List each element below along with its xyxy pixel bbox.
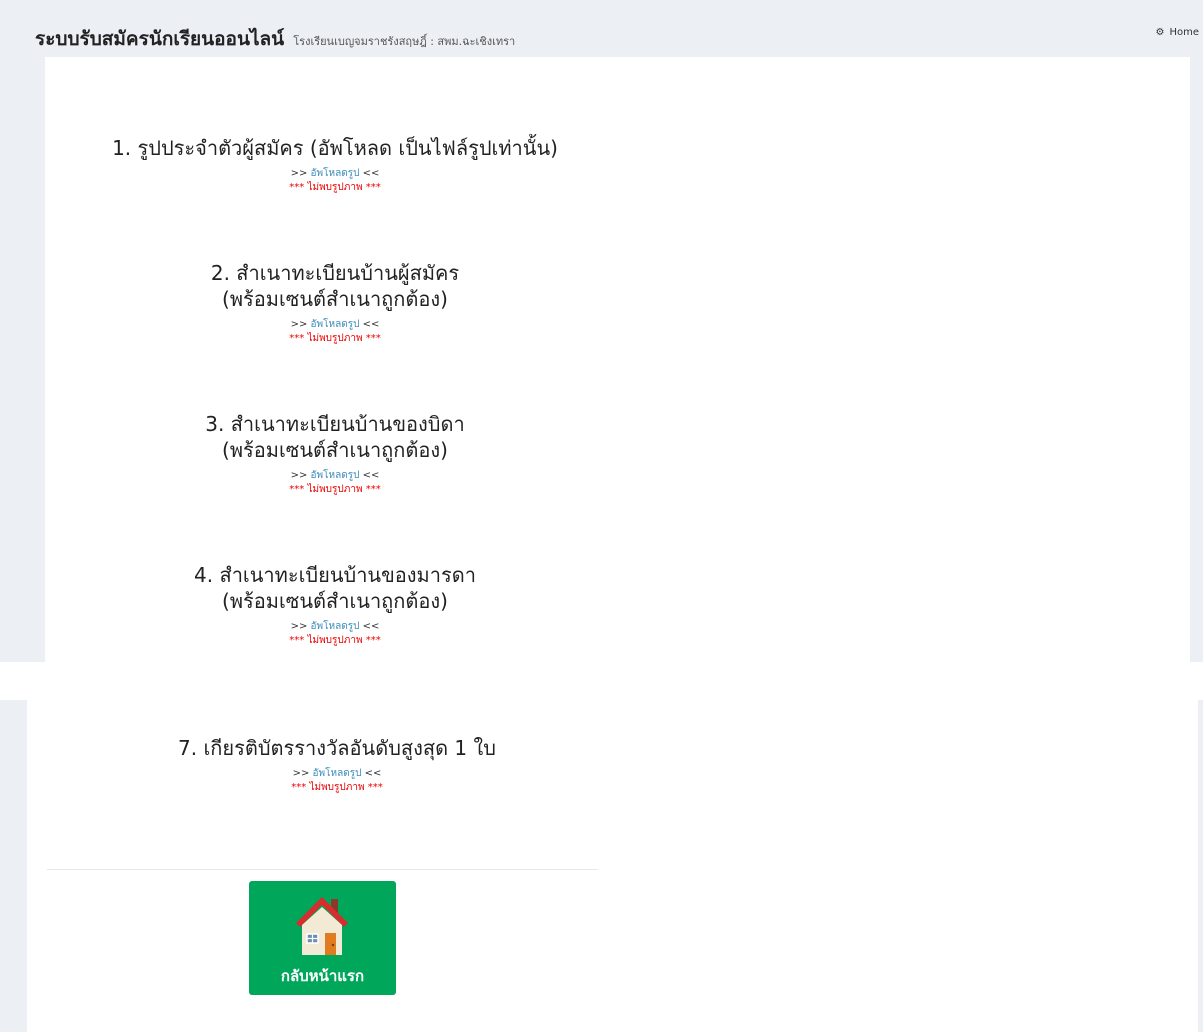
upload-link[interactable]: อัพโหลดรูป bbox=[311, 470, 360, 481]
image-not-found-status: *** ไม่พบรูปภาพ *** bbox=[289, 484, 381, 495]
image-not-found-status: *** ไม่พบรูปภาพ *** bbox=[289, 333, 381, 344]
upload-prefix: >> bbox=[290, 168, 308, 179]
document-father-registration: 3. สำเนาทะเบียนบ้านของบิดา (พร้อมเซนต์สำ… bbox=[55, 411, 615, 497]
upload-suffix: << bbox=[362, 621, 380, 632]
document-mother-registration: 4. สำเนาทะเบียนบ้านของมารดา (พร้อมเซนต์ส… bbox=[55, 562, 615, 648]
home-link[interactable]: ⚙ Home bbox=[1156, 27, 1200, 38]
upload-suffix: << bbox=[362, 168, 380, 179]
brand: ระบบรับสมัครนักเรียนออนไลน์ โรงเรียนเบญจ… bbox=[35, 24, 515, 54]
image-not-found-status: *** ไม่พบรูปภาพ *** bbox=[289, 182, 381, 193]
upload-link[interactable]: อัพโหลดรูป bbox=[311, 621, 360, 632]
upload-row: >> อัพโหลดรูป << bbox=[55, 318, 615, 332]
home-label: Home bbox=[1169, 27, 1199, 38]
title-line-1: 4. สำเนาทะเบียนบ้านของมารดา bbox=[194, 563, 476, 587]
title-line-1: 2. สำเนาทะเบียนบ้านผู้สมัคร bbox=[210, 261, 460, 285]
document-title: 2. สำเนาทะเบียนบ้านผู้สมัคร (พร้อมเซนต์ส… bbox=[55, 260, 615, 312]
page-edge-right bbox=[1198, 700, 1203, 1032]
back-button-label: กลับหน้าแรก bbox=[280, 967, 365, 985]
section-gap bbox=[0, 662, 1203, 700]
upload-link[interactable]: อัพโหลดรูป bbox=[311, 168, 360, 179]
divider bbox=[47, 869, 598, 870]
house-icon bbox=[296, 897, 348, 955]
title-line-2: (พร้อมเซนต์สำเนาถูกต้อง) bbox=[222, 438, 448, 462]
dashboard-icon: ⚙ bbox=[1155, 27, 1165, 38]
document-photo: 1. รูปประจำตัวผู้สมัคร (อัพโหลด เป็นไฟล์… bbox=[55, 135, 615, 195]
upload-prefix: >> bbox=[290, 470, 308, 481]
upload-row: >> อัพโหลดรูป << bbox=[55, 469, 615, 483]
upload-suffix: << bbox=[364, 768, 382, 779]
upload-prefix: >> bbox=[290, 319, 308, 330]
document-certificate: 7. เกียรติบัตรรางวัลอันดับสูงสุด 1 ใบ >>… bbox=[57, 735, 617, 795]
image-not-found-status: *** ไม่พบรูปภาพ *** bbox=[291, 782, 383, 793]
site-title: ระบบรับสมัครนักเรียนออนไลน์ bbox=[35, 28, 285, 50]
upload-prefix: >> bbox=[292, 768, 310, 779]
upload-suffix: << bbox=[362, 470, 380, 481]
upload-prefix: >> bbox=[290, 621, 308, 632]
upload-suffix: << bbox=[362, 319, 380, 330]
title-line-2: (พร้อมเซนต์สำเนาถูกต้อง) bbox=[222, 287, 448, 311]
title-line-1: 3. สำเนาทะเบียนบ้านของบิดา bbox=[205, 412, 465, 436]
document-house-registration: 2. สำเนาทะเบียนบ้านผู้สมัคร (พร้อมเซนต์ส… bbox=[55, 260, 615, 346]
upload-row: >> อัพโหลดรูป << bbox=[55, 620, 615, 634]
document-title: 3. สำเนาทะเบียนบ้านของบิดา (พร้อมเซนต์สำ… bbox=[55, 411, 615, 463]
upload-panel-bottom: 7. เกียรติบัตรรางวัลอันดับสูงสุด 1 ใบ >>… bbox=[27, 700, 1198, 1032]
upload-link[interactable]: อัพโหลดรูป bbox=[311, 319, 360, 330]
document-title: 7. เกียรติบัตรรางวัลอันดับสูงสุด 1 ใบ bbox=[178, 736, 496, 760]
back-to-home-button[interactable]: กลับหน้าแรก bbox=[249, 881, 396, 995]
title-line-2: (พร้อมเซนต์สำเนาถูกต้อง) bbox=[222, 589, 448, 613]
school-subtitle: โรงเรียนเบญจมราชรังสฤษฎิ์ : สพม.ฉะเชิงเท… bbox=[293, 35, 516, 48]
document-title: 4. สำเนาทะเบียนบ้านของมารดา (พร้อมเซนต์ส… bbox=[55, 562, 615, 614]
upload-row: >> อัพโหลดรูป << bbox=[55, 167, 615, 181]
upload-row: >> อัพโหลดรูป << bbox=[57, 767, 617, 781]
upload-link[interactable]: อัพโหลดรูป bbox=[313, 768, 362, 779]
page-edge-left bbox=[0, 700, 27, 1032]
document-title: 1. รูปประจำตัวผู้สมัคร (อัพโหลด เป็นไฟล์… bbox=[112, 136, 558, 160]
image-not-found-status: *** ไม่พบรูปภาพ *** bbox=[289, 635, 381, 646]
upload-panel-top: 1. รูปประจำตัวผู้สมัคร (อัพโหลด เป็นไฟล์… bbox=[45, 57, 1190, 662]
